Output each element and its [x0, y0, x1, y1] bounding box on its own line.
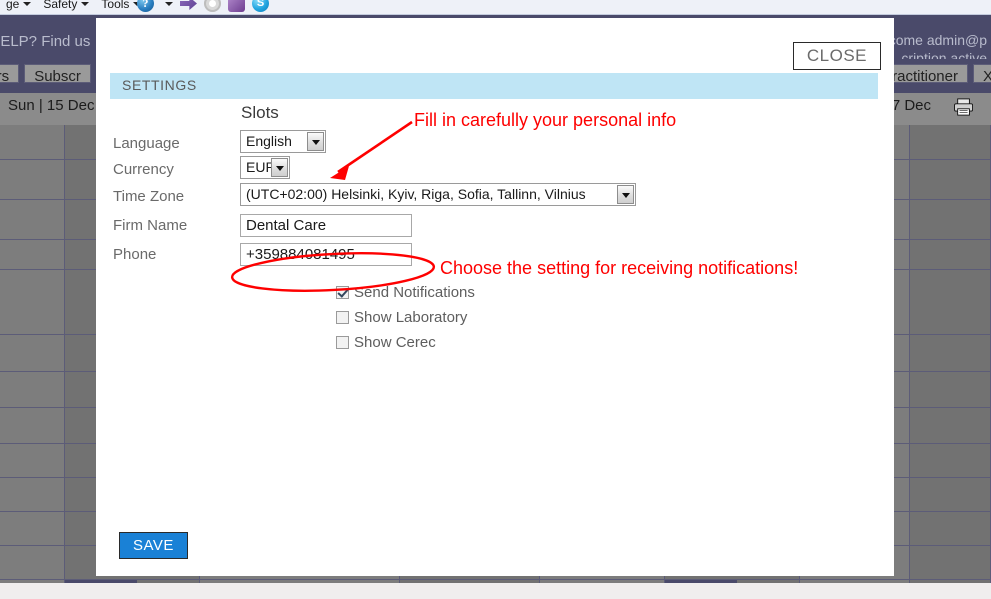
settings-section-bar: SETTINGS: [110, 73, 878, 99]
checkbox-row-show-cerec[interactable]: Show Cerec: [336, 330, 475, 355]
chevron-down-icon: [81, 2, 90, 6]
annotation-text-fill-info: Fill in carefully your personal info: [414, 110, 677, 130]
firm-name-input[interactable]: [240, 214, 412, 237]
menu-page-label: ge: [6, 0, 20, 11]
nav-button-close-x[interactable]: X: [972, 64, 991, 85]
browser-toolbar-icons: ? S: [137, 0, 269, 12]
language-select[interactable]: English: [240, 129, 326, 153]
browser-menu-strip: ge Safety Tools: [0, 0, 147, 14]
chevron-down-icon[interactable]: [165, 1, 173, 6]
currency-select[interactable]: EUR: [240, 155, 290, 179]
language-select-value: English: [246, 132, 292, 149]
checkbox-row-send-notifications[interactable]: Send Notifications: [336, 280, 475, 305]
phone-input[interactable]: [240, 243, 412, 266]
checkbox-row-show-laboratory[interactable]: Show Laboratory: [336, 305, 475, 330]
menu-page[interactable]: ge: [0, 0, 37, 14]
currency-select-value: EUR: [246, 158, 271, 175]
send-icon[interactable]: [180, 0, 197, 10]
help-banner-text: l HELP? Find us: [0, 33, 91, 50]
show-laboratory-checkbox[interactable]: [336, 311, 349, 324]
show-laboratory-label: Show Laboratory: [354, 309, 468, 326]
checkbox-group: Send Notifications Show Laboratory Show …: [336, 280, 475, 355]
annotation-text-notifications: Choose the setting for receiving notific…: [440, 258, 799, 278]
chevron-down-icon: [23, 2, 32, 6]
gear-icon[interactable]: [204, 0, 221, 12]
save-button[interactable]: SAVE: [119, 532, 188, 559]
page-bottom-strip: [0, 583, 991, 599]
label-currency: Currency: [113, 160, 174, 178]
close-button[interactable]: CLOSE: [792, 42, 881, 70]
slots-title: Slots: [241, 103, 279, 122]
nav-button-subscription[interactable]: Subscr: [24, 64, 91, 85]
menu-tools-label: Tools: [101, 0, 130, 11]
label-language: Language: [113, 134, 180, 152]
settings-section-title: SETTINGS: [122, 77, 197, 93]
show-cerec-label: Show Cerec: [354, 334, 436, 351]
menu-safety-label: Safety: [43, 0, 78, 11]
calendar-day-left: Sun | 15 Dec: [8, 97, 95, 114]
field-row-firm-name: Firm Name: [96, 211, 894, 240]
settings-form: Language English Currency EUR Time Zone …: [96, 129, 894, 269]
field-row-currency: Currency EUR: [96, 155, 894, 182]
help-icon[interactable]: ?: [137, 0, 154, 12]
label-phone: Phone: [113, 246, 157, 263]
settings-modal: CLOSE SETTINGS Slots Language English Cu…: [96, 18, 894, 576]
chevron-down-icon[interactable]: [617, 185, 634, 204]
send-notifications-label: Send Notifications: [354, 284, 475, 301]
snagit-icon[interactable]: [228, 0, 245, 12]
timezone-select[interactable]: (UTC+02:00) Helsinki, Kyiv, Riga, Sofia,…: [240, 183, 636, 206]
label-firm-name: Firm Name: [113, 217, 188, 234]
nav-button-partners[interactable]: ners: [0, 64, 20, 85]
label-timezone: Time Zone: [113, 188, 185, 205]
chevron-down-icon[interactable]: [307, 131, 324, 151]
show-cerec-checkbox[interactable]: [336, 336, 349, 349]
page-root: ge Safety Tools ? S l HELP? Find us Welc…: [0, 0, 991, 599]
send-notifications-checkbox[interactable]: [336, 286, 349, 299]
skype-icon[interactable]: S: [252, 0, 269, 12]
browser-command-bar: ge Safety Tools ? S: [0, 0, 991, 15]
field-row-language: Language English: [96, 129, 894, 156]
nav-buttons-left: ners Subscr: [0, 64, 91, 85]
field-row-timezone: Time Zone (UTC+02:00) Helsinki, Kyiv, Ri…: [96, 182, 894, 211]
timezone-select-value: (UTC+02:00) Helsinki, Kyiv, Riga, Sofia,…: [246, 186, 586, 202]
chevron-down-icon[interactable]: [271, 157, 288, 177]
menu-safety[interactable]: Safety: [37, 0, 95, 14]
printer-icon[interactable]: [953, 98, 975, 116]
